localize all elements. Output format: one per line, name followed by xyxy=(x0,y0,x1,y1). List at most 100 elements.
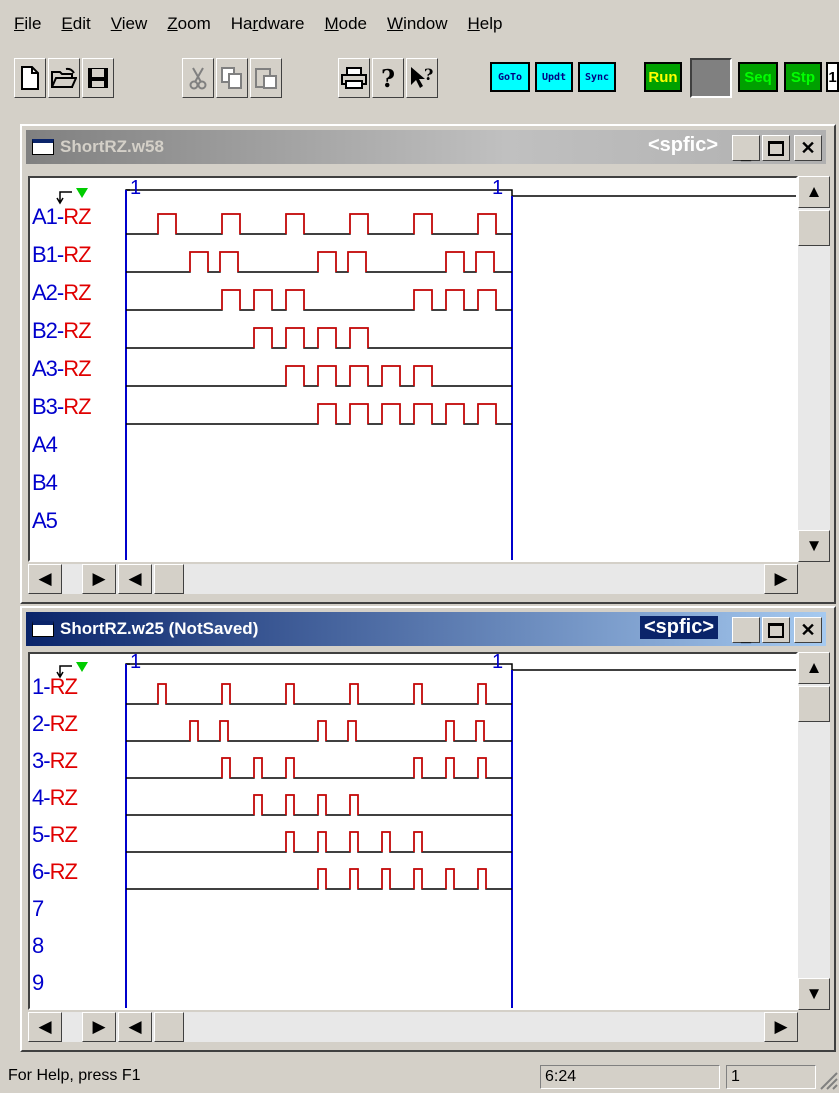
save-button[interactable] xyxy=(82,58,114,98)
horizontal-scrollbar-2[interactable]: ◀ ▶ ◀ ▶ xyxy=(28,1012,798,1042)
stp-button[interactable]: Stp xyxy=(784,62,822,92)
pulse-mark xyxy=(253,289,273,310)
copy-button[interactable] xyxy=(216,58,248,98)
scroll-right-button[interactable]: ▶ xyxy=(764,564,798,594)
waveform-canvas-1[interactable]: 1 1 A1-RZ B1-RZ A2-RZ B2-RZ A3-RZ B3-RZ A4 B4 A5 xyxy=(28,176,798,562)
print-button[interactable] xyxy=(338,58,370,98)
signal-label[interactable]: 6-RZ xyxy=(32,859,78,885)
arrow-left-icon: ◀ xyxy=(38,569,52,588)
window-1-titlebar[interactable]: ShortRZ.w58 <spfic> _ ✕ xyxy=(26,130,826,164)
vertical-scrollbar-2[interactable]: ▲ ▼ xyxy=(798,652,830,1010)
pulse-mark xyxy=(219,720,229,741)
goto-button[interactable]: GoTo xyxy=(490,62,530,92)
scroll-right-button-inner[interactable]: ▶ xyxy=(82,1012,116,1042)
menu-file[interactable]: File xyxy=(14,14,41,34)
scroll-left-button[interactable]: ◀ xyxy=(28,564,62,594)
sync-button[interactable]: Sync xyxy=(578,62,616,92)
signal-label[interactable]: 3-RZ xyxy=(32,748,78,774)
vertical-scrollbar-1[interactable]: ▲ ▼ xyxy=(798,176,830,562)
seq-button[interactable]: Seq xyxy=(738,62,778,92)
scroll-up-button[interactable]: ▲ xyxy=(798,176,830,208)
hscroll-thumb[interactable] xyxy=(154,564,184,594)
signal-label[interactable]: 9 xyxy=(32,970,44,996)
signal-suffix: RZ xyxy=(49,748,78,773)
menu-hardware[interactable]: Hardware xyxy=(231,14,305,34)
signal-name: B4 xyxy=(32,470,58,495)
scroll-down-button[interactable]: ▼ xyxy=(798,530,830,562)
minimize-button[interactable]: _ xyxy=(732,135,760,163)
pulse-mark xyxy=(445,251,465,272)
scroll-thumb[interactable] xyxy=(798,686,830,722)
scroll-right-button-inner[interactable]: ▶ xyxy=(82,564,116,594)
signal-label[interactable]: B2-RZ xyxy=(32,318,92,344)
maximize-button[interactable] xyxy=(762,617,790,643)
close-button[interactable]: ✕ xyxy=(794,135,822,161)
scroll-right-button[interactable]: ▶ xyxy=(764,1012,798,1042)
scroll-thumb[interactable] xyxy=(798,210,830,246)
signal-waveform xyxy=(126,213,512,235)
signal-label[interactable]: A2-RZ xyxy=(32,280,92,306)
maximize-button[interactable] xyxy=(762,135,790,161)
pulse-mark xyxy=(317,327,337,348)
updt-button[interactable]: Updt xyxy=(535,62,573,92)
scroll-left-button-inner[interactable]: ◀ xyxy=(118,564,152,594)
signal-name: 6- xyxy=(32,859,51,884)
minimize-button[interactable]: _ xyxy=(732,617,760,645)
marker-right-label: 1 xyxy=(492,178,503,199)
resize-grip-icon[interactable] xyxy=(818,1070,838,1090)
menu-help[interactable]: Help xyxy=(467,14,502,34)
menu-mode[interactable]: Mode xyxy=(324,14,367,34)
close-button[interactable]: ✕ xyxy=(794,617,822,643)
signal-label[interactable]: A3-RZ xyxy=(32,356,92,382)
signal-label[interactable]: A4 xyxy=(32,432,58,458)
menu-edit[interactable]: Edit xyxy=(61,14,90,34)
signal-label[interactable]: A1-RZ xyxy=(32,204,92,230)
signal-label[interactable]: 7 xyxy=(32,896,44,922)
menu-window[interactable]: Window xyxy=(387,14,447,34)
signal-label[interactable]: 8 xyxy=(32,933,44,959)
signal-waveform xyxy=(126,794,512,816)
signal-label[interactable]: B3-RZ xyxy=(32,394,92,420)
signal-label[interactable]: 4-RZ xyxy=(32,785,78,811)
pulse-mark xyxy=(157,683,167,704)
new-button[interactable] xyxy=(14,58,46,98)
step-count-field[interactable]: 1 xyxy=(826,62,839,92)
pulse-mark xyxy=(349,868,359,889)
signal-label[interactable]: A5 xyxy=(32,508,58,534)
pulse-mark xyxy=(413,868,423,889)
hscroll-thumb[interactable] xyxy=(154,1012,184,1042)
signal-name: B3- xyxy=(32,394,64,419)
pulse-mark xyxy=(189,720,199,741)
menu-zoom[interactable]: Zoom xyxy=(167,14,210,34)
scroll-down-button[interactable]: ▼ xyxy=(798,978,830,1010)
waveform-plot: 11 xyxy=(56,178,796,560)
pulse-mark xyxy=(253,757,263,778)
paste-button[interactable] xyxy=(250,58,282,98)
arrow-down-icon: ▼ xyxy=(805,536,823,555)
signal-label[interactable]: 2-RZ xyxy=(32,711,78,737)
signal-label[interactable]: 1-RZ xyxy=(32,674,78,700)
pulse-mark xyxy=(475,251,495,272)
run-button[interactable]: Run xyxy=(644,62,682,92)
open-button[interactable] xyxy=(48,58,80,98)
pulse-mark xyxy=(445,403,465,424)
signal-name: A5 xyxy=(32,508,58,533)
arrow-left-icon: ◀ xyxy=(128,569,142,588)
waveform-canvas-2[interactable]: 1 1 1-RZ 2-RZ 3-RZ 4-RZ 5-RZ 6-RZ 7 8 9 xyxy=(28,652,798,1010)
horizontal-scrollbar-1[interactable]: ◀ ▶ ◀ ▶ xyxy=(28,564,798,594)
context-help-button[interactable]: ? xyxy=(406,58,438,98)
help-button[interactable]: ? xyxy=(372,58,404,98)
pulse-mark xyxy=(413,365,433,386)
pulse-mark xyxy=(285,683,295,704)
signal-label[interactable]: B1-RZ xyxy=(32,242,92,268)
pulse-mark xyxy=(219,251,239,272)
signal-label[interactable]: B4 xyxy=(32,470,58,496)
menu-view[interactable]: View xyxy=(111,14,148,34)
scroll-left-button-inner[interactable]: ◀ xyxy=(118,1012,152,1042)
cut-button[interactable] xyxy=(182,58,214,98)
minimize-icon: _ xyxy=(740,624,751,645)
window-2-titlebar[interactable]: ShortRZ.w25 (NotSaved) <spfic> _ ✕ xyxy=(26,612,826,646)
scroll-left-button[interactable]: ◀ xyxy=(28,1012,62,1042)
signal-label[interactable]: 5-RZ xyxy=(32,822,78,848)
scroll-up-button[interactable]: ▲ xyxy=(798,652,830,684)
